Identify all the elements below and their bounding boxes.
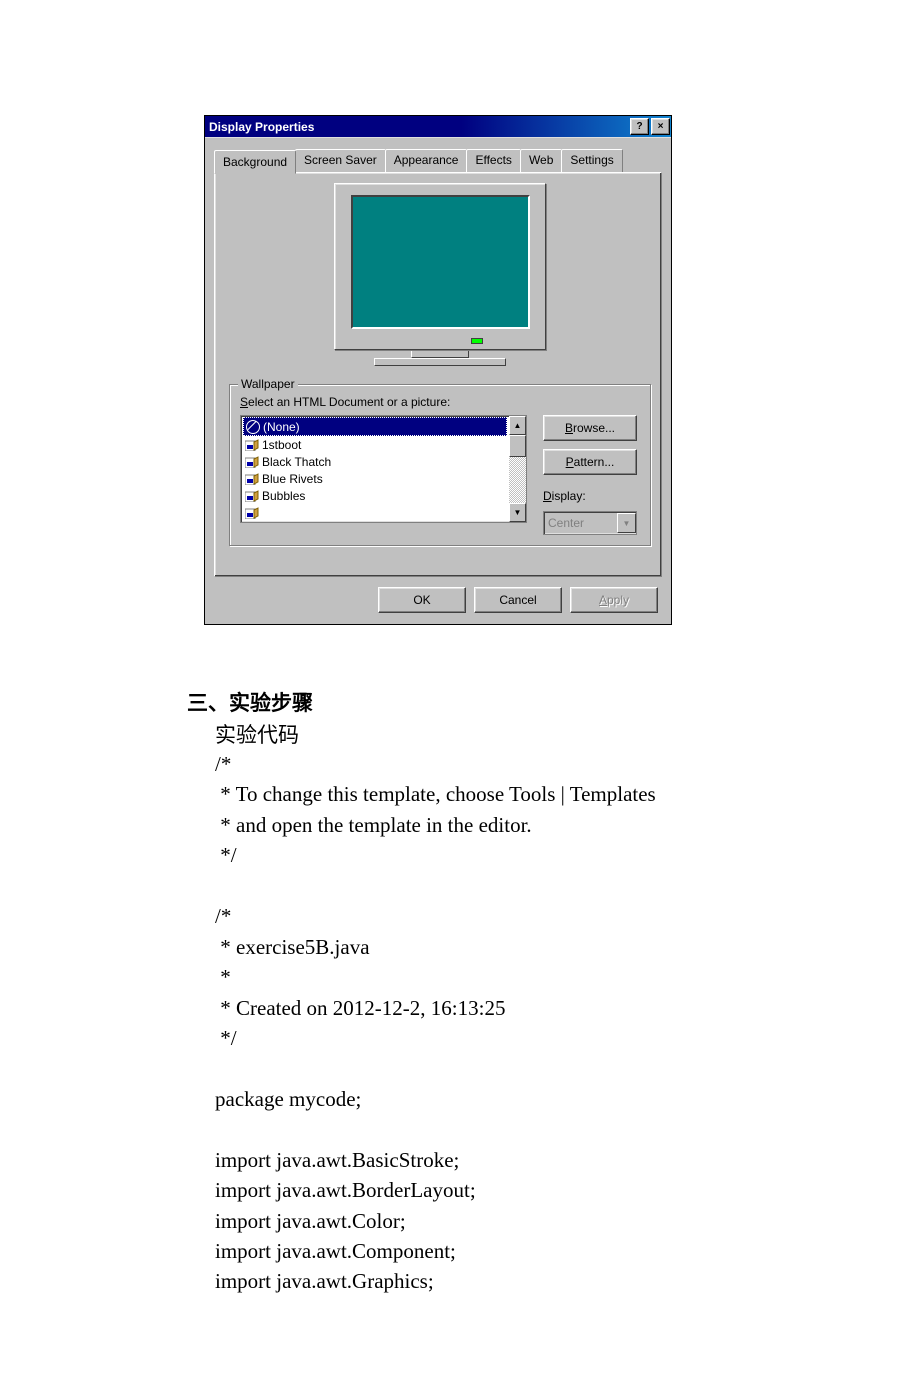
help-icon: ? bbox=[636, 122, 642, 132]
list-item[interactable] bbox=[243, 504, 507, 521]
tab-screen-saver[interactable]: Screen Saver bbox=[295, 149, 386, 173]
list-item-label: 1stboot bbox=[262, 438, 301, 452]
list-item[interactable]: Blue Rivets bbox=[243, 470, 507, 487]
listbox-scrollbar[interactable]: ▲ ▼ bbox=[509, 416, 526, 522]
list-item[interactable]: Black Thatch bbox=[243, 453, 507, 470]
monitor-case bbox=[334, 183, 546, 350]
wallpaper-legend: Wallpaper bbox=[238, 377, 298, 391]
list-item[interactable]: 1stboot bbox=[243, 436, 507, 453]
scroll-thumb[interactable] bbox=[509, 435, 526, 457]
bitmap-icon bbox=[245, 507, 259, 519]
browse-button[interactable]: Browse... bbox=[543, 415, 637, 441]
code-block: /* * To change this template, choose Too… bbox=[215, 749, 740, 1297]
bitmap-icon bbox=[245, 490, 259, 502]
wallpaper-listbox[interactable]: (None) 1stboot Black Thatch bbox=[240, 415, 527, 523]
monitor-led-icon bbox=[471, 338, 483, 344]
list-item-label: Bubbles bbox=[262, 489, 305, 503]
list-item[interactable]: Bubbles bbox=[243, 487, 507, 504]
window-title: Display Properties bbox=[209, 120, 629, 134]
tab-strip: Background Screen Saver Appearance Effec… bbox=[214, 148, 668, 172]
section-heading: 三、实验步骤 bbox=[187, 687, 740, 717]
chevron-down-icon[interactable]: ▼ bbox=[617, 513, 636, 533]
list-item-label: Blue Rivets bbox=[262, 472, 323, 486]
close-icon: × bbox=[658, 122, 664, 132]
help-button[interactable]: ? bbox=[630, 118, 649, 135]
titlebar[interactable]: Display Properties ? × bbox=[205, 116, 671, 137]
wallpaper-label: Select an HTML Document or a picture: bbox=[240, 395, 640, 409]
tab-settings[interactable]: Settings bbox=[561, 149, 622, 173]
tab-background[interactable]: Background bbox=[214, 150, 296, 174]
none-icon bbox=[246, 420, 260, 434]
scroll-down-button[interactable]: ▼ bbox=[509, 503, 526, 522]
dialog-buttons: OK Cancel Apply bbox=[208, 587, 658, 613]
monitor-neck bbox=[411, 350, 469, 358]
tab-effects[interactable]: Effects bbox=[466, 149, 520, 173]
tab-web[interactable]: Web bbox=[520, 149, 562, 173]
tab-panel-background: Wallpaper Select an HTML Document or a p… bbox=[214, 172, 662, 577]
monitor-base bbox=[374, 358, 506, 366]
scroll-up-button[interactable]: ▲ bbox=[509, 416, 526, 435]
pattern-button[interactable]: Pattern... bbox=[543, 449, 637, 475]
display-mode-combobox[interactable]: Center ▼ bbox=[543, 511, 637, 535]
display-label: Display: bbox=[543, 489, 640, 503]
cancel-button[interactable]: Cancel bbox=[474, 587, 562, 613]
wallpaper-group: Wallpaper Select an HTML Document or a p… bbox=[229, 384, 651, 546]
ok-button[interactable]: OK bbox=[378, 587, 466, 613]
bitmap-icon bbox=[245, 456, 259, 468]
combobox-value: Center bbox=[544, 516, 617, 530]
list-item-label: Black Thatch bbox=[262, 455, 331, 469]
monitor-preview bbox=[229, 183, 651, 366]
tab-appearance[interactable]: Appearance bbox=[385, 149, 468, 173]
display-properties-dialog: Display Properties ? × Background Screen… bbox=[204, 115, 672, 625]
apply-button[interactable]: Apply bbox=[570, 587, 658, 613]
monitor-screen bbox=[351, 195, 530, 329]
list-item[interactable]: (None) bbox=[243, 417, 507, 436]
close-button[interactable]: × bbox=[651, 118, 670, 135]
bitmap-icon bbox=[245, 439, 259, 451]
section-subheading: 实验代码 bbox=[215, 719, 740, 749]
bitmap-icon bbox=[245, 473, 259, 485]
scroll-track[interactable] bbox=[509, 457, 526, 503]
list-item-label: (None) bbox=[263, 420, 300, 434]
